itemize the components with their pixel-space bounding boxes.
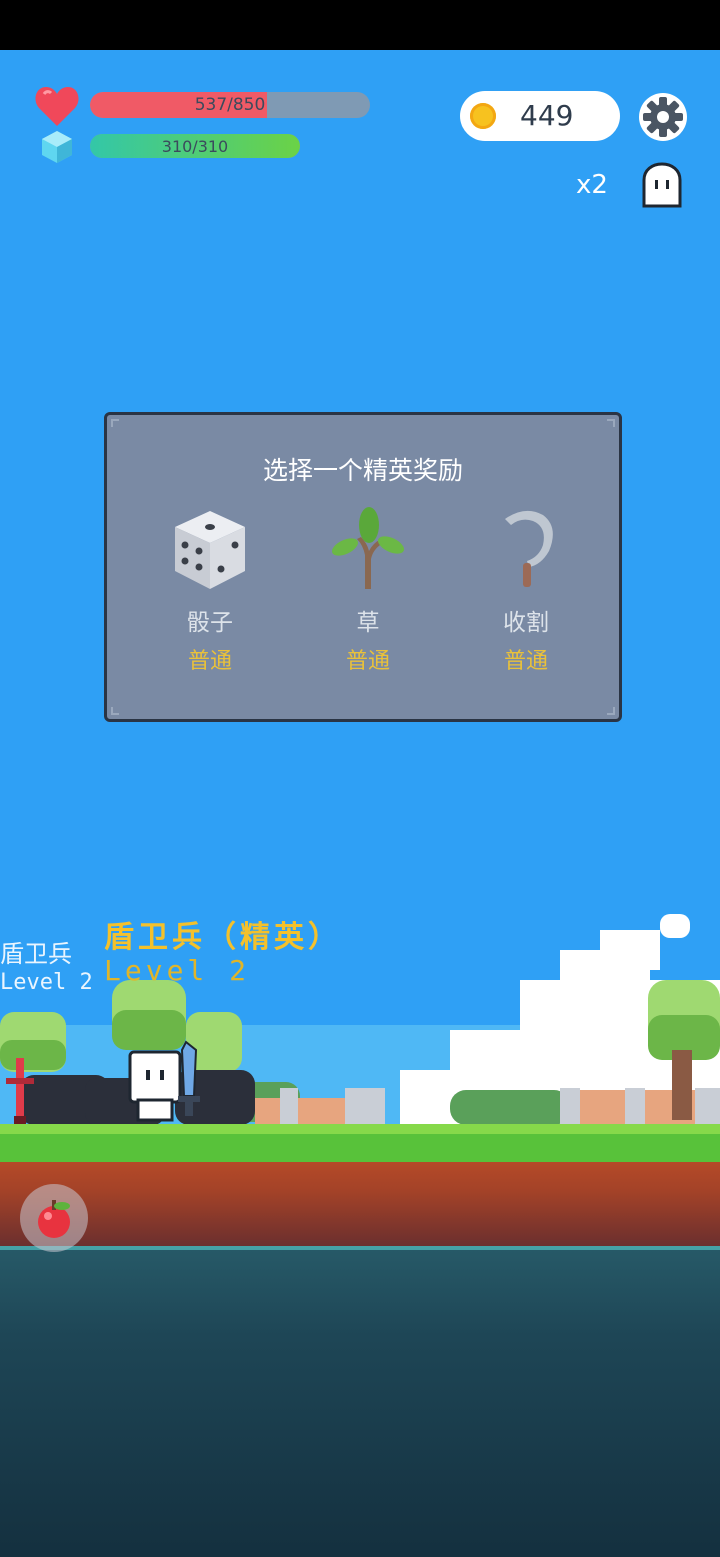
dialog-corner: [607, 419, 615, 427]
hp-text: 537/850: [194, 95, 266, 115]
ghost-icon[interactable]: [638, 162, 686, 210]
crystal-icon: [42, 131, 72, 163]
enemy-name-label-overlap: 盾卫兵: [0, 940, 72, 968]
dirt-layer: [0, 1162, 720, 1246]
dialog-corner: [111, 419, 119, 427]
gear-icon[interactable]: [638, 92, 688, 142]
apple-icon: [38, 1200, 70, 1238]
sapling-icon: [331, 507, 405, 589]
reward-rarity: 普通: [503, 649, 548, 674]
heart-icon: [35, 87, 79, 126]
water-surface: [0, 1246, 720, 1250]
dialog-corner: [607, 707, 615, 715]
reward-name: 骰子: [187, 610, 233, 636]
red-sword-icon: [6, 1058, 34, 1124]
reward-option-harvest[interactable]: 收割 普通: [461, 505, 591, 675]
enemy-level-label-overlap: Level 2: [0, 970, 93, 995]
dialog-corner: [111, 707, 119, 715]
water-area: [0, 1246, 720, 1557]
mp-bar: 310/310: [90, 134, 300, 158]
coin-icon: [470, 103, 496, 129]
coin-counter[interactable]: 449: [460, 91, 620, 141]
elite-enemy-level: Level 2: [104, 954, 251, 987]
dice-icon: [175, 511, 245, 589]
speed-multiplier[interactable]: x2: [576, 170, 608, 200]
reward-name: 草: [356, 610, 380, 636]
reward-option-grass[interactable]: 草 普通: [303, 505, 433, 675]
coin-value: 449: [520, 99, 574, 132]
elite-enemy-name: 盾卫兵（精英）: [104, 920, 342, 955]
reward-rarity: 普通: [187, 649, 232, 674]
status-bar: [0, 0, 720, 50]
hp-bar: 537/850: [90, 92, 370, 118]
reward-name: 收割: [503, 610, 549, 636]
grass-highlight: [0, 1124, 720, 1134]
hero-character: [128, 1040, 200, 1122]
dialog-title: 选择一个精英奖励: [262, 456, 463, 485]
elite-reward-dialog: 选择一个精英奖励 骰子 普通 草 普通 收割 普通: [104, 412, 622, 722]
sickle-icon: [505, 510, 553, 587]
reward-option-dice[interactable]: 骰子 普通: [145, 505, 275, 675]
apple-item-button[interactable]: [20, 1184, 88, 1252]
mp-text: 310/310: [161, 136, 229, 156]
reward-rarity: 普通: [345, 649, 390, 674]
